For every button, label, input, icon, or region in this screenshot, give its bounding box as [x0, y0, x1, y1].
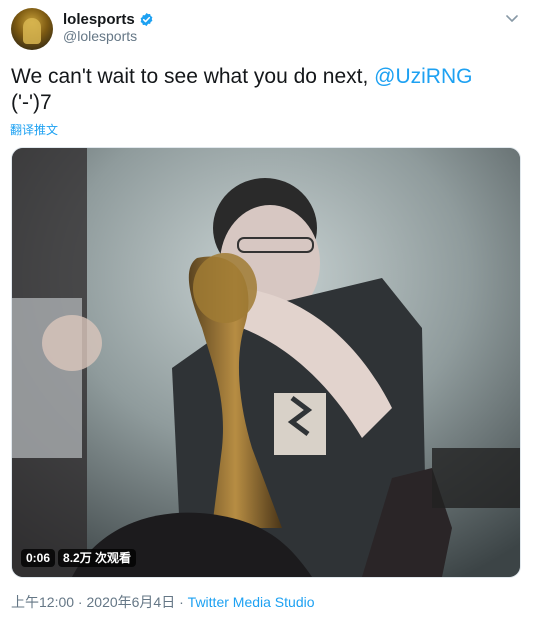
chevron-down-icon[interactable]	[504, 10, 520, 26]
tweet-text-emoticon: ('-')7	[11, 91, 52, 114]
avatar-figure	[23, 18, 41, 44]
name-row: lolesports	[63, 10, 154, 28]
video-duration: 0:06	[21, 549, 56, 567]
tweet-text-body: We can't wait to see what you do next,	[11, 65, 375, 88]
video-frame	[12, 148, 520, 577]
display-name[interactable]: lolesports	[63, 11, 135, 28]
video-player[interactable]	[11, 147, 521, 578]
translate-tweet-link[interactable]: 翻译推文	[10, 121, 58, 138]
video-view-count: 8.2万 次观看	[58, 549, 137, 567]
user-handle[interactable]: @lolesports	[63, 28, 137, 44]
tweet-time[interactable]: 上午12:00	[11, 594, 74, 610]
video-badges: 0:06 8.2万 次观看	[21, 549, 137, 567]
tweet-source-link[interactable]: Twitter Media Studio	[188, 594, 315, 610]
tweet-text: We can't wait to see what you do next, @…	[11, 64, 526, 116]
mention-link[interactable]: @UziRNG	[374, 65, 472, 88]
tweet-date[interactable]: 2020年6月4日	[87, 594, 176, 610]
verified-badge-icon	[140, 12, 153, 26]
meta-separator: ·	[175, 594, 188, 610]
tweet-metadata: 上午12:00 · 2020年6月4日 · Twitter Media Stud…	[11, 592, 315, 612]
avatar[interactable]	[11, 8, 53, 50]
meta-separator: ·	[74, 594, 87, 610]
tweet-card: lolesports @lolesports We can't wait to …	[0, 0, 536, 624]
